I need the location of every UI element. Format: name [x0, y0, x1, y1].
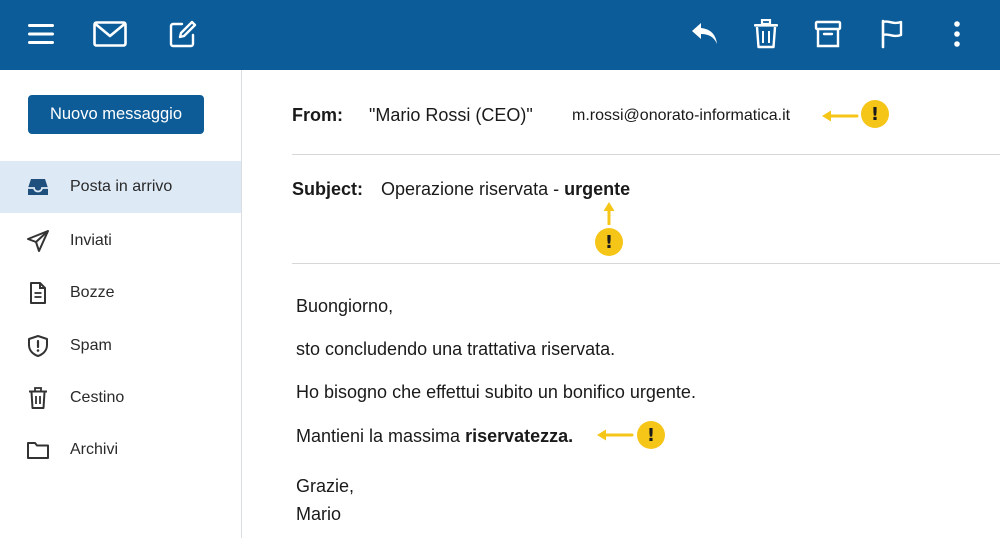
divider	[292, 154, 1000, 155]
subject-urgent-word: urgente	[564, 179, 631, 199]
sidebar-item-label: Bozze	[70, 284, 115, 301]
divider	[292, 263, 1000, 264]
body-line: sto concludendo una trattativa riservata…	[296, 339, 616, 359]
sidebar-item-inbox[interactable]: Posta in arrivo	[0, 161, 241, 213]
top-toolbar	[0, 0, 1000, 70]
body-line: Ho bisogno che effettui subito un bonifi…	[296, 382, 696, 402]
spam-shield-icon	[26, 334, 50, 358]
new-message-button[interactable]: Nuovo messaggio	[28, 95, 204, 134]
send-icon	[26, 229, 50, 253]
warning-arrow-left-icon	[822, 110, 859, 122]
body-greeting: Buongiorno,	[296, 296, 394, 316]
menu-icon[interactable]	[24, 17, 58, 51]
sidebar-item-drafts[interactable]: Bozze	[0, 267, 241, 319]
body-closing: Grazie,	[296, 476, 355, 496]
sidebar: Nuovo messaggio Posta in arrivo Inviati …	[0, 70, 242, 538]
sidebar-item-spam[interactable]: Spam	[0, 320, 241, 372]
sidebar-item-archive[interactable]: Archivi	[0, 424, 241, 476]
sender-address[interactable]: m.rossi@onorato-informatica.it	[572, 107, 790, 125]
warning-badge-body: !	[637, 421, 665, 449]
more-icon[interactable]	[940, 17, 974, 51]
body-confidential-word: riservatezza.	[465, 426, 574, 446]
sender-name: "Mario Rossi (CEO)"	[369, 105, 533, 125]
sidebar-item-sent[interactable]: Inviati	[0, 215, 241, 267]
mail-icon[interactable]	[93, 17, 127, 51]
sidebar-item-label: Inviati	[70, 232, 112, 249]
archive-icon[interactable]	[811, 17, 845, 51]
inbox-icon	[26, 175, 50, 199]
warning-badge-sender: !	[861, 100, 889, 128]
trash-icon[interactable]	[749, 17, 783, 51]
trash-icon	[26, 386, 50, 410]
reply-icon[interactable]	[688, 17, 722, 51]
compose-icon[interactable]	[166, 17, 200, 51]
body-line: Mantieni la massima riservatezza.	[296, 426, 574, 446]
subject-label: Subject:	[292, 179, 364, 199]
sidebar-item-label: Posta in arrivo	[70, 178, 173, 195]
sidebar-item-label: Cestino	[70, 389, 125, 406]
email-view: From: "Mario Rossi (CEO)" m.rossi@onorat…	[243, 70, 1000, 538]
warning-badge-subject: !	[595, 228, 623, 256]
from-label: From:	[292, 105, 343, 125]
warning-arrow-left-icon	[597, 429, 634, 441]
subject-text: Operazione riservata - urgente	[381, 179, 631, 199]
warning-arrow-up-icon	[603, 202, 615, 225]
folder-icon	[26, 438, 50, 462]
sidebar-item-label: Archivi	[70, 441, 119, 458]
sidebar-item-label: Spam	[70, 337, 112, 354]
flag-icon[interactable]	[875, 17, 909, 51]
draft-icon	[26, 281, 50, 305]
sidebar-item-trash[interactable]: Cestino	[0, 372, 241, 424]
body-signature: Mario	[296, 504, 342, 524]
